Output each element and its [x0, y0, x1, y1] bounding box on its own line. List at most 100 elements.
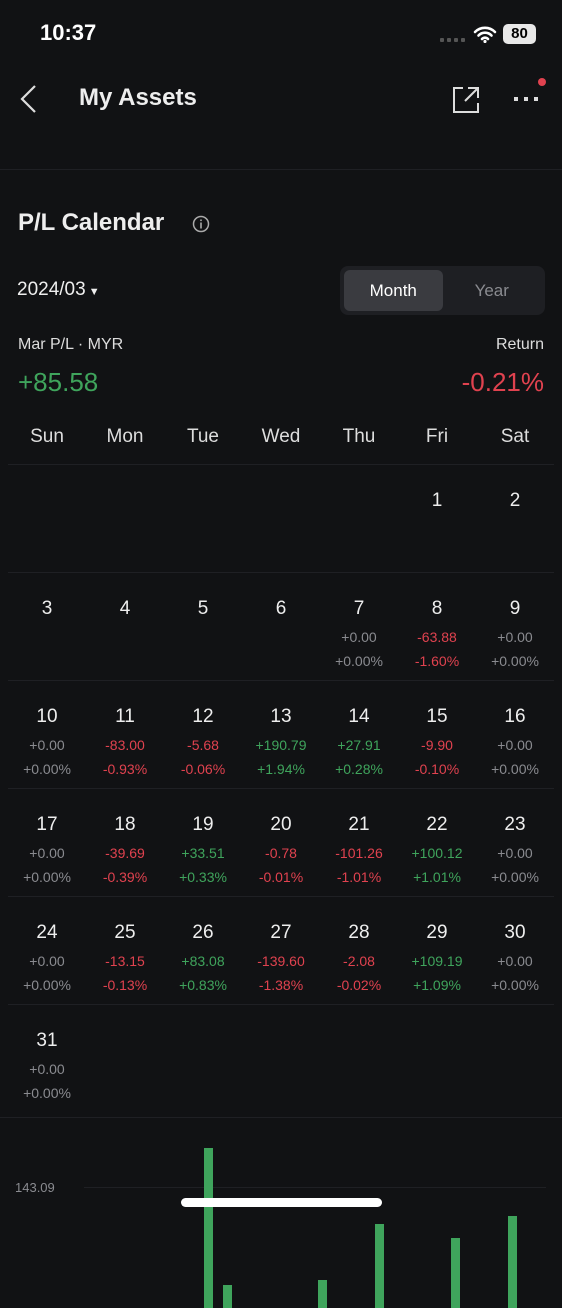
cellular-signal-icon [440, 38, 465, 42]
day-pl: +27.91 [337, 737, 381, 753]
empty-cell [86, 465, 164, 572]
calendar-week: 3 4 5 6 7 +0.00 +0.00% 8 -63.88 -1.60% 9 +0.00 +0.00… [8, 572, 554, 680]
day-pl: -139.60 [257, 953, 305, 969]
calendar-day[interactable]: 28 -2.08 -0.02% [320, 897, 398, 1004]
day-number: 30 [504, 922, 526, 943]
day-return: -1.38% [258, 977, 304, 993]
day-pl: -13.15 [105, 953, 145, 969]
calendar-day[interactable]: 13 +190.79 +1.94% [242, 681, 320, 788]
calendar-day[interactable]: 22 +100.12 +1.01% [398, 789, 476, 896]
day-return: +0.00% [23, 977, 71, 993]
period-toggle[interactable]: Month Year [340, 266, 545, 315]
calendar-day[interactable]: 4 [86, 573, 164, 680]
day-pl: -9.90 [421, 737, 453, 753]
calendar-day[interactable]: 9 +0.00 +0.00% [476, 573, 554, 680]
calendar-day[interactable]: 25 -13.15 -0.13% [86, 897, 164, 1004]
calendar-week: 24 +0.00 +0.00% 25 -13.15 -0.13% 26 +83.08 +0.83… [8, 896, 554, 1004]
day-pl: +0.00 [341, 629, 377, 645]
day-number: 24 [36, 922, 58, 943]
day-pl: -101.26 [335, 845, 383, 861]
tab-year[interactable]: Year [443, 270, 542, 311]
calendar-day[interactable]: 7 +0.00 +0.00% [320, 573, 398, 680]
day-return: +0.33% [179, 869, 227, 885]
day-number: 31 [36, 1030, 58, 1051]
day-number: 21 [348, 814, 370, 835]
calendar-day[interactable]: 21 -101.26 -1.01% [320, 789, 398, 896]
day-return: -0.39% [102, 869, 148, 885]
calendar-day[interactable]: 16 +0.00 +0.00% [476, 681, 554, 788]
calendar-day[interactable]: 20 -0.78 -0.01% [242, 789, 320, 896]
calendar-day[interactable]: 6 [242, 573, 320, 680]
day-return: +0.00% [335, 653, 383, 669]
calendar-day[interactable]: 15 -9.90 -0.10% [398, 681, 476, 788]
calendar-day[interactable]: 29 +109.19 +1.09% [398, 897, 476, 1004]
empty-cell [242, 1005, 320, 1112]
day-return: +0.00% [23, 1085, 71, 1101]
calendar-day[interactable]: 2 [476, 465, 554, 572]
calendar-day[interactable]: 30 +0.00 +0.00% [476, 897, 554, 1004]
back-icon[interactable] [16, 84, 40, 114]
page-title: My Assets [79, 84, 197, 111]
day-return: -0.13% [102, 977, 148, 993]
calendar-day[interactable]: 31 +0.00 +0.00% [8, 1005, 86, 1112]
divider [0, 169, 562, 170]
calendar-day[interactable]: 27 -139.60 -1.38% [242, 897, 320, 1004]
day-number: 14 [348, 706, 370, 727]
day-number: 1 [431, 490, 443, 511]
calendar-day[interactable]: 18 -39.69 -0.39% [86, 789, 164, 896]
day-number: 2 [509, 490, 521, 511]
calendar-day[interactable]: 5 [164, 573, 242, 680]
day-number: 3 [41, 598, 53, 619]
day-pl: +0.00 [497, 953, 533, 969]
info-icon[interactable] [192, 215, 210, 233]
pl-value: +85.58 [18, 367, 99, 397]
empty-cell [398, 1005, 476, 1112]
wifi-icon [473, 26, 497, 43]
day-pl: -63.88 [417, 629, 457, 645]
weekday-label: Thu [342, 426, 376, 447]
calendar-day[interactable]: 11 -83.00 -0.93% [86, 681, 164, 788]
day-return: -0.06% [180, 761, 226, 777]
calendar-day[interactable]: 14 +27.91 +0.28% [320, 681, 398, 788]
calendar-day[interactable]: 26 +83.08 +0.83% [164, 897, 242, 1004]
status-time: 10:37 [40, 20, 97, 45]
day-pl: -5.68 [187, 737, 219, 753]
empty-cell [8, 465, 86, 572]
day-pl: +83.08 [181, 953, 225, 969]
day-number: 8 [431, 598, 443, 619]
day-number: 16 [504, 706, 526, 727]
day-number: 23 [504, 814, 526, 835]
weekday-label: Mon [106, 426, 144, 447]
calendar-day[interactable]: 17 +0.00 +0.00% [8, 789, 86, 896]
calendar-day[interactable]: 24 +0.00 +0.00% [8, 897, 86, 1004]
day-return: -0.02% [336, 977, 382, 993]
month-value: 2024/03 [17, 279, 86, 300]
home-indicator[interactable] [181, 1198, 382, 1207]
more-icon[interactable] [510, 76, 550, 108]
weekday-header: Sun Mon Tue Wed Thu Fri Sat [8, 426, 554, 448]
tab-month[interactable]: Month [344, 270, 443, 311]
day-number: 6 [275, 598, 287, 619]
day-return: -1.60% [414, 653, 460, 669]
calendar-day[interactable]: 3 [8, 573, 86, 680]
month-selector[interactable]: 2024/03 ▼ [17, 279, 100, 301]
calendar-day[interactable]: 23 +0.00 +0.00% [476, 789, 554, 896]
day-number: 22 [426, 814, 448, 835]
pl-label: Mar P/L · MYR [18, 336, 124, 353]
weekday-label: Wed [261, 426, 301, 447]
chart-bar [223, 1284, 232, 1308]
calendar-day[interactable]: 12 -5.68 -0.06% [164, 681, 242, 788]
day-number: 10 [36, 706, 58, 727]
calendar-day[interactable]: 19 +33.51 +0.33% [164, 789, 242, 896]
day-number: 7 [353, 598, 365, 619]
day-return: +0.28% [335, 761, 383, 777]
chart-bar [318, 1279, 327, 1308]
day-return: +0.83% [179, 977, 227, 993]
day-return: +0.00% [491, 653, 539, 669]
calendar-day[interactable]: 8 -63.88 -1.60% [398, 573, 476, 680]
calendar-day[interactable]: 1 [398, 465, 476, 572]
day-number: 13 [270, 706, 292, 727]
calendar-day[interactable]: 10 +0.00 +0.00% [8, 681, 86, 788]
share-icon[interactable] [452, 86, 480, 114]
chart-bar [451, 1238, 460, 1308]
